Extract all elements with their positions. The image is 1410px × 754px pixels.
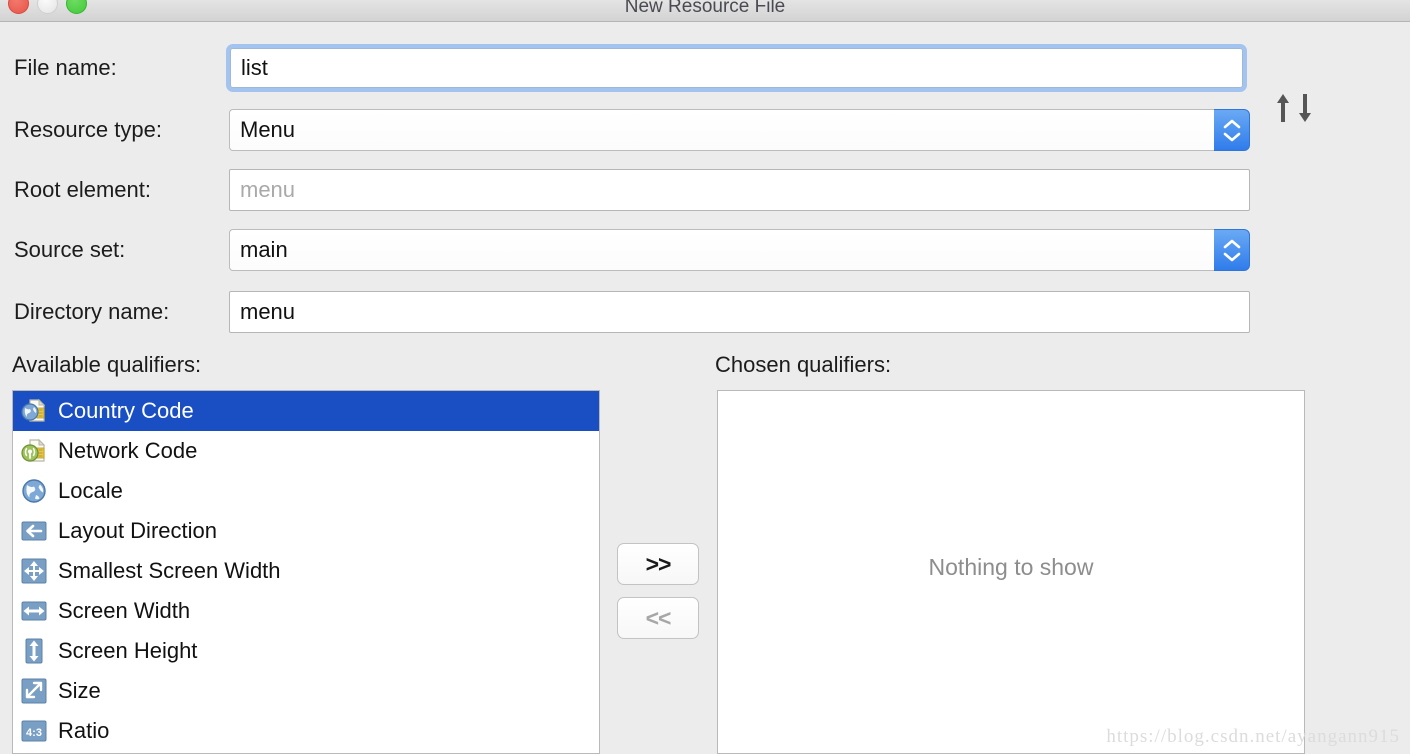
locale-globe-icon (19, 476, 49, 506)
directory-name-label: Directory name: (14, 299, 170, 324)
form-row-resource-type: Resource type: Menu (0, 104, 1410, 156)
chosen-qualifiers-list[interactable]: Nothing to show (717, 390, 1305, 754)
qualifier-label: Country Code (58, 398, 194, 423)
resource-type-combo[interactable]: Menu (229, 109, 1250, 151)
chosen-empty-message: Nothing to show (928, 553, 1094, 580)
qualifier-label: Layout Direction (58, 518, 217, 543)
layout-direction-icon (19, 516, 49, 546)
qualifier-label: Locale (58, 478, 123, 503)
available-qualifiers-label: Available qualifiers: (12, 352, 202, 377)
transfer-buttons: >> << (617, 543, 699, 639)
chevron-up-icon (1223, 239, 1240, 248)
form-row-source-set: Source set: main (0, 224, 1410, 276)
chevron-down-icon (1223, 252, 1240, 261)
form-row-root-element: Root element: (0, 164, 1410, 216)
directory-name-field-wrapper (229, 291, 1250, 333)
screen-height-icon (19, 636, 49, 666)
qualifier-label: Ratio (58, 718, 110, 743)
file-name-field-wrapper (226, 44, 1247, 92)
remove-qualifier-button[interactable]: << (617, 597, 699, 639)
root-element-input[interactable] (229, 169, 1250, 211)
resource-type-value[interactable]: Menu (229, 109, 1214, 151)
list-item[interactable]: Network Code (13, 431, 599, 471)
root-element-label: Root element: (14, 177, 151, 202)
resource-type-stepper[interactable] (1214, 109, 1250, 151)
new-resource-file-dialog: New Resource File File name: Resource ty… (0, 0, 1410, 754)
form-row-file-name: File name: (0, 42, 1410, 122)
source-set-stepper[interactable] (1214, 229, 1250, 271)
file-name-input[interactable] (230, 48, 1243, 88)
list-item[interactable]: 4:3 Ratio (13, 711, 599, 751)
form-row-directory-name: Directory name: (0, 286, 1410, 338)
list-item[interactable]: Smallest Screen Width (13, 551, 599, 591)
size-icon (19, 676, 49, 706)
directory-name-input[interactable] (229, 291, 1250, 333)
window-title: New Resource File (624, 0, 786, 17)
file-name-label: File name: (14, 55, 117, 80)
qualifier-label: Screen Width (58, 598, 191, 623)
watermark-text: https://blog.csdn.net/ayangann915 (1106, 726, 1400, 747)
network-code-icon (19, 436, 49, 466)
list-item[interactable]: Country Code (13, 391, 599, 431)
list-item[interactable]: Layout Direction (13, 511, 599, 551)
list-item[interactable]: Locale (13, 471, 599, 511)
list-item[interactable]: Screen Width (13, 591, 599, 631)
ratio-icon: 4:3 (19, 716, 49, 746)
chevron-down-icon (1223, 132, 1240, 141)
available-qualifiers-list[interactable]: Country Code Network Code Locale Layout … (12, 390, 600, 754)
add-qualifier-button[interactable]: >> (617, 543, 699, 585)
smallest-screen-width-icon (19, 556, 49, 586)
resource-type-label: Resource type: (14, 117, 162, 142)
qualifier-label: Smallest Screen Width (58, 558, 281, 583)
list-item[interactable]: Screen Height (13, 631, 599, 671)
source-set-value[interactable]: main (229, 229, 1214, 271)
chosen-qualifiers-label: Chosen qualifiers: (715, 352, 892, 377)
screen-width-icon (19, 596, 49, 626)
qualifier-label: Network Code (58, 438, 198, 463)
chevron-up-icon (1223, 119, 1240, 128)
list-item[interactable]: Size (13, 671, 599, 711)
root-element-field-wrapper (229, 169, 1250, 211)
country-code-icon (19, 396, 49, 426)
qualifier-label: Size (58, 678, 101, 703)
svg-text:4:3: 4:3 (26, 727, 42, 739)
source-set-combo[interactable]: main (229, 229, 1250, 271)
qualifier-label: Screen Height (58, 638, 198, 663)
source-set-label: Source set: (14, 237, 126, 262)
window-titlebar: New Resource File (0, 0, 1410, 22)
